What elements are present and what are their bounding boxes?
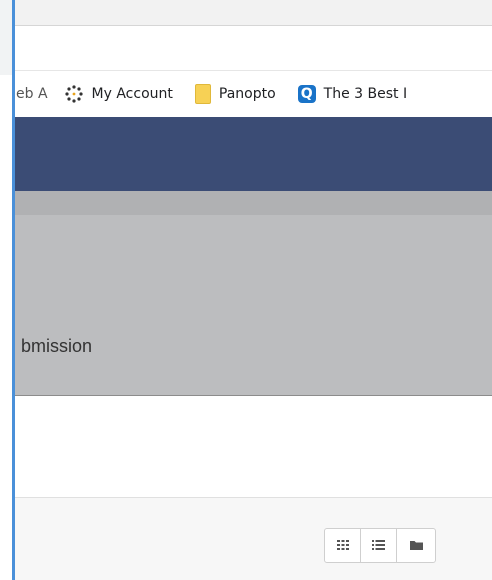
- list-view-button[interactable]: [361, 529, 397, 562]
- bookmark-label: The 3 Best I: [323, 86, 408, 102]
- banner-text: bmission: [21, 336, 93, 356]
- tab-strip-stub: [0, 0, 12, 75]
- list-icon: [372, 537, 385, 555]
- content-spacer: [15, 397, 492, 498]
- window-left-edge: [0, 0, 15, 580]
- view-toggle-group: [324, 528, 436, 563]
- bookmarks-bar: eb A My Account Panopto Q The 3 Best I: [15, 71, 492, 117]
- view-toolbar: [15, 498, 492, 580]
- address-bar-row[interactable]: [15, 26, 492, 71]
- bookmark-label: My Account: [91, 86, 173, 102]
- dotted-circle-icon: [64, 84, 84, 104]
- bookmark-label: Panopto: [218, 86, 276, 102]
- bookmark-my-account[interactable]: My Account: [64, 84, 173, 104]
- grid-view-button[interactable]: [325, 529, 361, 562]
- bookmark-panopto[interactable]: Panopto: [194, 84, 276, 104]
- folder-icon: [409, 537, 423, 555]
- assignment-banner: bmission: [15, 215, 492, 396]
- folder-view-button[interactable]: [397, 529, 435, 562]
- sub-header-bar: [15, 191, 492, 215]
- q-app-icon: Q: [297, 85, 316, 103]
- bookmark-partial-label: eb A: [16, 86, 48, 102]
- bookmark-partial[interactable]: eb A: [16, 86, 48, 102]
- grid-icon: [336, 537, 349, 555]
- folder-icon: [194, 84, 211, 104]
- tab-strip: [15, 0, 492, 26]
- bookmark-the-3-best[interactable]: Q The 3 Best I: [297, 85, 408, 103]
- site-header: [15, 117, 492, 191]
